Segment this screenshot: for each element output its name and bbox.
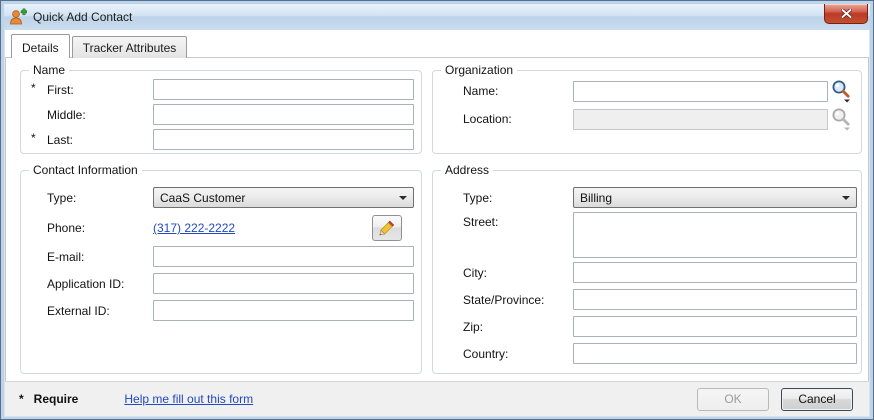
- last-name-label: Last:: [21, 133, 153, 147]
- application-id-input[interactable]: [153, 273, 414, 294]
- last-name-row: * Last:: [21, 129, 414, 150]
- magnifier-icon: [830, 79, 854, 103]
- required-legend-marker: *: [19, 392, 24, 406]
- name-group: Name * First: Middle: * Last:: [20, 70, 422, 154]
- tab-strip: Details Tracker Attributes: [5, 30, 869, 58]
- address-group-legend: Address: [441, 163, 493, 177]
- org-name-row: Name:: [433, 79, 854, 103]
- street-input[interactable]: [573, 212, 857, 258]
- external-id-row: External ID:: [21, 300, 414, 321]
- ok-button[interactable]: OK: [697, 388, 769, 411]
- required-legend-text: Require: [34, 392, 79, 406]
- email-label: E-mail:: [21, 250, 153, 264]
- required-marker: *: [31, 81, 36, 95]
- details-tab-page: Name * First: Middle: * Last:: [5, 57, 869, 381]
- dialog-client-area: Details Tracker Attributes Name * First:…: [4, 30, 870, 417]
- magnifier-disabled-icon: [830, 107, 854, 131]
- contact-type-row: Type: CaaS Customer: [21, 187, 414, 208]
- org-name-input[interactable]: [573, 81, 828, 102]
- country-row: Country:: [433, 343, 857, 364]
- address-type-row: Type: Billing: [433, 187, 857, 208]
- state-province-label: State/Province:: [433, 293, 573, 307]
- address-group: Address Type: Billing Street: City:: [432, 170, 862, 374]
- contact-type-label: Type:: [21, 191, 153, 205]
- first-name-label: First:: [21, 83, 153, 97]
- middle-name-row: Middle:: [21, 104, 414, 125]
- contact-information-group: Contact Information Type: CaaS Customer …: [20, 170, 422, 374]
- external-id-label: External ID:: [21, 304, 153, 318]
- city-input[interactable]: [573, 262, 857, 283]
- contact-group-legend: Contact Information: [29, 163, 142, 177]
- org-name-label: Name:: [433, 84, 573, 98]
- organization-group: Organization Name:: [432, 70, 862, 154]
- org-location-lookup-button[interactable]: [830, 107, 854, 131]
- chevron-down-icon: [399, 196, 407, 200]
- phone-row: Phone: (317) 222-2222: [21, 215, 414, 241]
- org-location-row: Location:: [433, 107, 854, 131]
- tab-tracker-attributes[interactable]: Tracker Attributes: [72, 36, 188, 58]
- cancel-button[interactable]: Cancel: [781, 388, 853, 411]
- add-contact-icon: [9, 8, 27, 26]
- address-type-selected-value: Billing: [580, 191, 612, 205]
- country-input[interactable]: [573, 343, 857, 364]
- titlebar[interactable]: Quick Add Contact: [4, 4, 870, 30]
- address-type-label: Type:: [433, 191, 573, 205]
- street-label: Street:: [433, 212, 573, 229]
- state-province-row: State/Province:: [433, 289, 857, 310]
- application-id-label: Application ID:: [21, 277, 153, 291]
- address-type-dropdown[interactable]: Billing: [573, 187, 857, 208]
- email-row: E-mail:: [21, 246, 414, 267]
- org-name-lookup-button[interactable]: [830, 79, 854, 103]
- first-name-row: * First:: [21, 79, 414, 100]
- phone-edit-button[interactable]: [372, 215, 402, 241]
- zip-input[interactable]: [573, 316, 857, 337]
- last-name-input[interactable]: [153, 129, 414, 150]
- zip-row: Zip:: [433, 316, 857, 337]
- required-marker: *: [31, 131, 36, 145]
- street-row: Street:: [433, 212, 857, 258]
- phone-label: Phone:: [21, 221, 153, 235]
- help-fill-form-link[interactable]: Help me fill out this form: [124, 392, 253, 406]
- country-label: Country:: [433, 347, 573, 361]
- application-id-row: Application ID:: [21, 273, 414, 294]
- city-row: City:: [433, 262, 857, 283]
- state-province-input[interactable]: [573, 289, 857, 310]
- email-input[interactable]: [153, 246, 414, 267]
- city-label: City:: [433, 266, 573, 280]
- quick-add-contact-dialog: Quick Add Contact Details Tracker Attrib…: [0, 0, 874, 420]
- middle-name-label: Middle:: [21, 108, 153, 122]
- tab-details[interactable]: Details: [11, 34, 70, 58]
- name-group-legend: Name: [29, 63, 69, 77]
- pencil-icon: [379, 220, 395, 236]
- chevron-down-icon: [842, 196, 850, 200]
- org-location-label: Location:: [433, 112, 573, 126]
- middle-name-input[interactable]: [153, 104, 414, 125]
- close-icon: [841, 9, 852, 18]
- close-button[interactable]: [824, 4, 868, 24]
- organization-group-legend: Organization: [441, 63, 517, 77]
- window-title: Quick Add Contact: [33, 10, 132, 24]
- contact-type-dropdown[interactable]: CaaS Customer: [153, 187, 414, 208]
- zip-label: Zip:: [433, 320, 573, 334]
- org-location-input[interactable]: [573, 109, 828, 130]
- first-name-input[interactable]: [153, 79, 414, 100]
- phone-number-link[interactable]: (317) 222-2222: [153, 221, 235, 235]
- contact-type-selected-value: CaaS Customer: [160, 191, 245, 205]
- dialog-footer: * Require Help me fill out this form OK …: [5, 381, 869, 416]
- external-id-input[interactable]: [153, 300, 414, 321]
